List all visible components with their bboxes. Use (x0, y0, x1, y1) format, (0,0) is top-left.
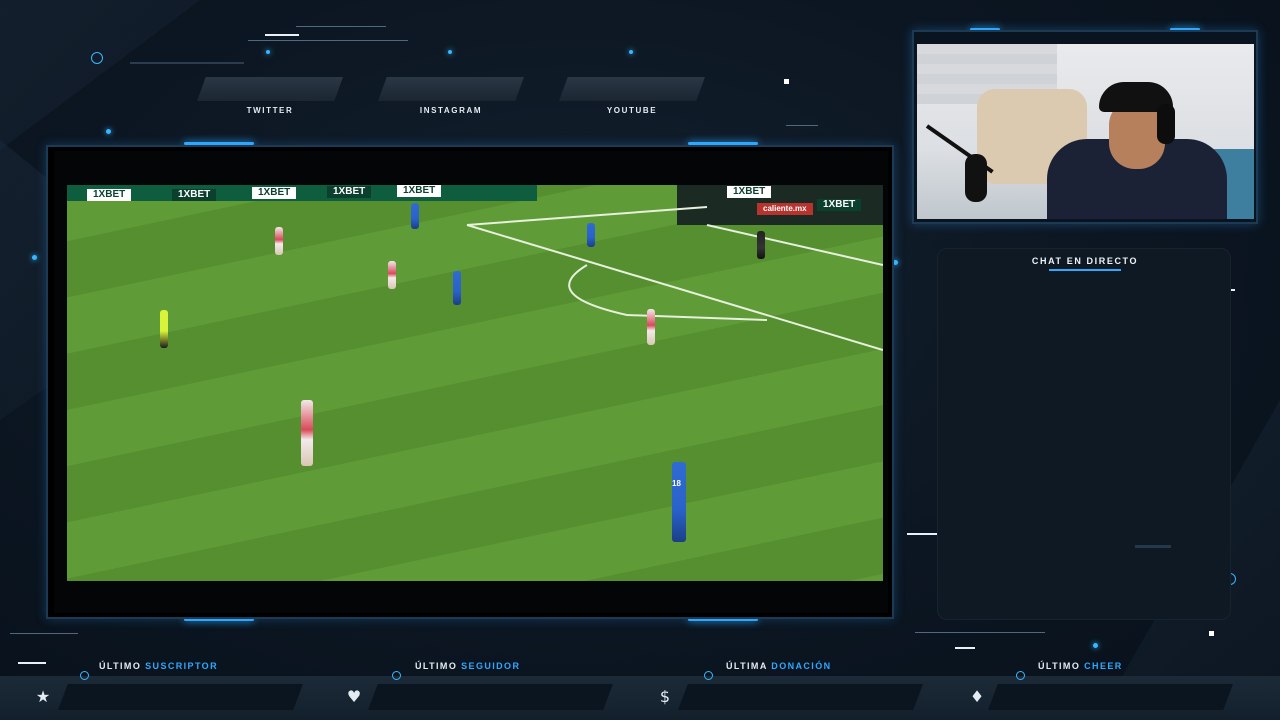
star-icon: ★ (35, 687, 51, 706)
player (672, 462, 686, 542)
decor-dot (106, 129, 111, 134)
headset (1157, 104, 1175, 144)
game-capture: 1XBET 1XBET 1XBET 1XBET 1XBET 1XBET 1XBE… (67, 185, 883, 581)
decor-ring (392, 671, 401, 680)
decor-line (248, 40, 408, 41)
decor-square (784, 79, 789, 84)
last-donation-label: ÚLTIMA DONACIÓN (726, 661, 832, 671)
decor-line (296, 26, 386, 27)
heart-icon: ♥ (346, 687, 362, 706)
decor-ring (1016, 671, 1025, 680)
decor-line (130, 62, 244, 64)
twitter-label[interactable]: TWITTER (197, 106, 343, 115)
last-subscriber-label: ÚLTIMO SUSCRIPTOR (99, 661, 218, 671)
jersey-number: 18 (672, 479, 681, 488)
instagram-label[interactable]: INSTAGRAM (378, 106, 524, 115)
last-follower-label: ÚLTIMO SEGUIDOR (415, 661, 520, 671)
background-facet (0, 0, 200, 150)
webcam-feed (917, 44, 1254, 219)
label-prefix: ÚLTIMO (415, 661, 458, 671)
last-cheer-label: ÚLTIMO CHEER (1038, 661, 1123, 671)
decor-line (955, 647, 975, 649)
microphone (965, 154, 987, 202)
chat-title-underline (1049, 269, 1121, 271)
decor-line (265, 34, 299, 36)
decor-line (786, 125, 818, 126)
twitter-plate[interactable] (197, 77, 343, 101)
decor-line (1135, 545, 1171, 548)
youtube-label[interactable]: YOUTUBE (559, 106, 705, 115)
decor-dot (448, 50, 452, 54)
instagram-plate[interactable] (378, 77, 524, 101)
label-prefix: ÚLTIMO (1038, 661, 1081, 671)
label-highlight: SUSCRIPTOR (145, 661, 218, 671)
last-follower-field (368, 684, 613, 710)
player (647, 309, 655, 345)
player (275, 227, 283, 255)
label-highlight: SEGUIDOR (461, 661, 521, 671)
player (411, 203, 419, 229)
decor-dot (629, 50, 633, 54)
player (388, 261, 396, 289)
last-donation-field (678, 684, 923, 710)
player (160, 310, 168, 348)
decor-ring (91, 52, 103, 64)
decor-line (18, 662, 46, 664)
decor-line (915, 632, 1045, 633)
decor-dot (32, 255, 37, 260)
player (757, 231, 765, 259)
player (587, 223, 595, 247)
decor-square (1209, 631, 1214, 636)
decor-dot (1093, 643, 1098, 648)
decor-ring (704, 671, 713, 680)
dollar-icon: $ (659, 687, 671, 706)
youtube-plate[interactable] (559, 77, 705, 101)
player (453, 271, 461, 305)
chat-title: CHAT EN DIRECTO (1031, 256, 1139, 266)
label-prefix: ÚLTIMO (99, 661, 142, 671)
last-cheer-field (988, 684, 1233, 710)
label-highlight: CHEER (1084, 661, 1123, 671)
player (301, 400, 313, 466)
label-highlight: DONACIÓN (771, 661, 832, 671)
diamond-icon: ♦ (969, 687, 985, 706)
label-prefix: ÚLTIMA (726, 661, 768, 671)
last-subscriber-field (58, 684, 303, 710)
decor-ring (80, 671, 89, 680)
decor-line (10, 633, 78, 634)
decor-dot (266, 50, 270, 54)
chat-panel[interactable] (937, 248, 1231, 620)
